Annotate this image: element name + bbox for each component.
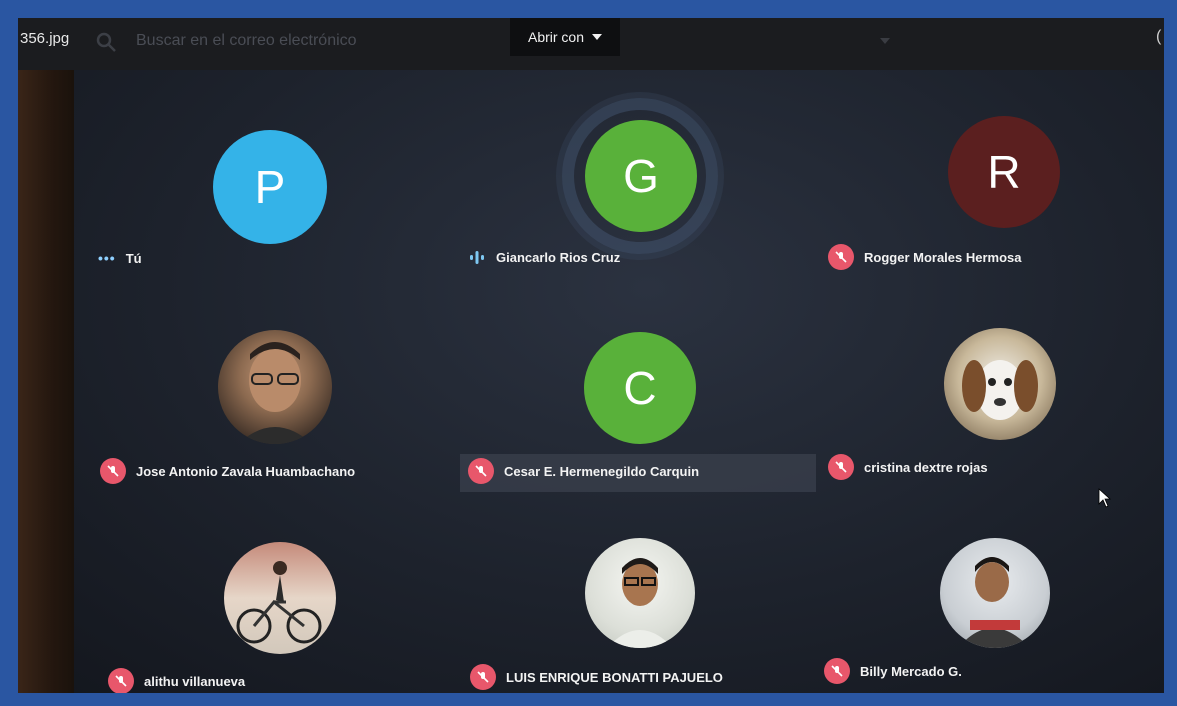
participant-name-row[interactable]: ••• Tú bbox=[98, 250, 142, 266]
cyclist-image bbox=[236, 561, 322, 644]
participant-name-row[interactable]: alithu villanueva bbox=[108, 668, 245, 693]
participant-name-row[interactable]: Rogger Morales Hermosa bbox=[828, 244, 1022, 270]
open-with-button[interactable]: Abrir con bbox=[510, 18, 620, 56]
participant-name-row[interactable]: Giancarlo Rios Cruz bbox=[468, 248, 620, 266]
image-viewer-topbar: 356.jpg Buscar en el correo electrónico … bbox=[18, 18, 1164, 70]
avatar-p: P bbox=[213, 130, 327, 244]
mic-off-icon bbox=[828, 244, 854, 270]
portrait-photo bbox=[238, 342, 312, 444]
portrait-image bbox=[958, 557, 1030, 648]
search-icon[interactable] bbox=[94, 30, 118, 54]
more-options-icon[interactable]: ••• bbox=[98, 250, 116, 266]
file-name: 356.jpg bbox=[20, 30, 70, 47]
avatar-c: C bbox=[584, 332, 696, 444]
photo-frame: 356.jpg Buscar en el correo electrónico … bbox=[0, 0, 1177, 706]
mic-off-icon bbox=[108, 668, 134, 693]
cyclist-photo bbox=[224, 542, 336, 654]
participant-name-row[interactable]: Cesar E. Hermenegildo Carquin bbox=[468, 458, 699, 484]
search-input[interactable]: Buscar en el correo electrónico bbox=[136, 32, 357, 50]
dropdown-caret-icon[interactable] bbox=[880, 38, 890, 44]
participant-name: LUIS ENRIQUE BONATTI PAJUELO bbox=[506, 669, 723, 685]
participant-name: Tú bbox=[125, 250, 142, 266]
man-with-bike-photo bbox=[940, 538, 1050, 648]
avatar-initial: P bbox=[254, 161, 286, 213]
participant-name: Rogger Morales Hermosa bbox=[864, 249, 1022, 265]
edge-glyph: ( bbox=[1156, 28, 1162, 45]
participant-name-row[interactable]: Jose Antonio Zavala Huambachano bbox=[100, 458, 355, 484]
mic-off-icon bbox=[100, 458, 126, 484]
avatar-initial: C bbox=[623, 362, 657, 414]
dog-image bbox=[962, 360, 1038, 420]
mic-off-icon bbox=[828, 454, 854, 480]
chevron-down-icon bbox=[592, 34, 603, 40]
participant-name: Giancarlo Rios Cruz bbox=[496, 249, 621, 265]
avatar-initial: R bbox=[987, 146, 1021, 198]
meeting-screen: 356.jpg Buscar en el correo electrónico … bbox=[18, 18, 1164, 693]
avatar-g: G bbox=[585, 120, 697, 232]
audio-level-icon bbox=[470, 251, 484, 264]
avatar-r: R bbox=[948, 116, 1060, 228]
portrait-image bbox=[607, 558, 673, 648]
mic-off-icon bbox=[470, 664, 496, 690]
man-portrait-photo bbox=[585, 538, 695, 648]
open-with-label: Abrir con bbox=[527, 29, 585, 45]
participant-name-row[interactable]: LUIS ENRIQUE BONATTI PAJUELO bbox=[470, 664, 723, 690]
participant-name-row[interactable]: cristina dextre rojas bbox=[828, 454, 988, 480]
mouse-cursor-icon bbox=[1098, 488, 1112, 508]
avatar-initial: G bbox=[623, 150, 659, 202]
dog-photo bbox=[944, 328, 1056, 440]
participant-name: Cesar E. Hermenegildo Carquin bbox=[504, 463, 700, 479]
mic-off-icon bbox=[824, 658, 850, 684]
participant-name: Billy Mercado G. bbox=[860, 663, 962, 679]
mic-off-icon bbox=[468, 458, 494, 484]
monitor-bezel bbox=[18, 70, 74, 693]
participant-name-row[interactable]: Billy Mercado G. bbox=[824, 658, 962, 684]
participant-name: Jose Antonio Zavala Huambachano bbox=[136, 463, 356, 479]
participant-name: alithu villanueva bbox=[144, 673, 246, 689]
man-with-glasses-photo bbox=[218, 330, 332, 444]
participant-name: cristina dextre rojas bbox=[864, 459, 988, 475]
